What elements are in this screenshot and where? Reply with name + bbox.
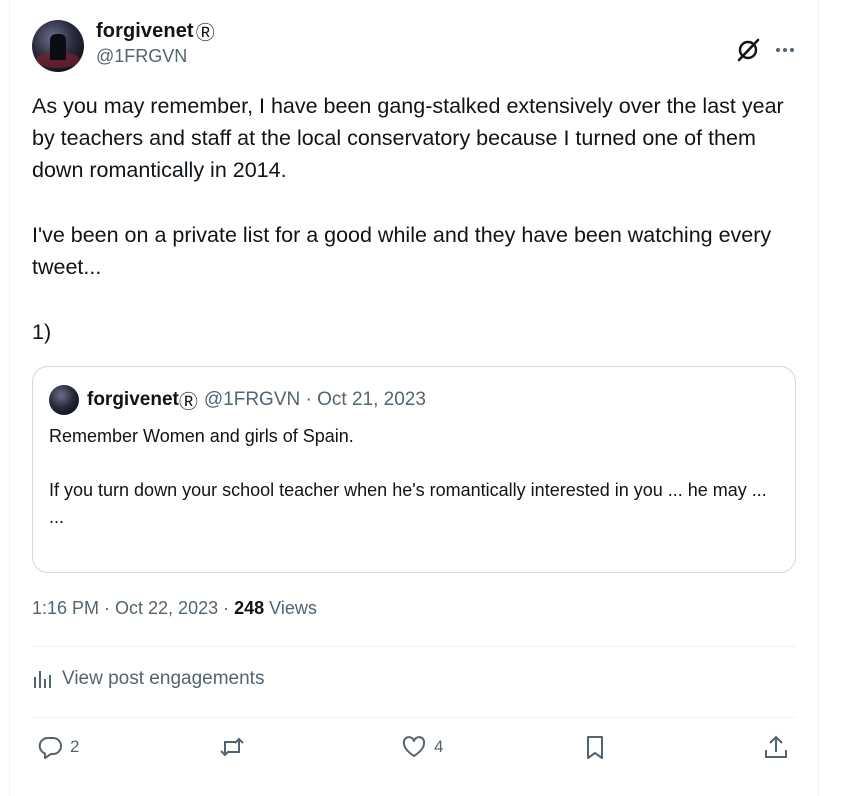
post-meta: 1:16 PM · Oct 22, 2023 · 248 Views (32, 598, 317, 619)
views-count: 248 (234, 598, 265, 618)
quoted-text: Remember Women and girls of Spain. If yo… (49, 423, 779, 531)
reply-count: 2 (70, 737, 80, 756)
bookmark-icon (587, 736, 603, 759)
quoted-avatar (49, 385, 79, 415)
repost-icon (220, 737, 244, 757)
quoted-line: If you turn down your school teacher whe… (49, 480, 767, 500)
reply-icon (38, 737, 62, 759)
like-count: 4 (434, 737, 444, 756)
author-display-name[interactable]: forgivenet (96, 20, 194, 43)
quoted-meta: @1FRGVN · Oct 21, 2023 (203, 389, 426, 410)
repost-button[interactable] (218, 733, 246, 761)
quoted-line: ... (49, 507, 65, 527)
tweet-paragraph: I've been on a private list for a good w… (32, 223, 772, 279)
bookmark-button[interactable] (581, 733, 609, 761)
tweet-paragraph: 1) (32, 320, 52, 344)
tweet-paragraph: As you may remember, I have been gang-st… (32, 94, 784, 182)
action-bar: 2 4 (32, 733, 796, 769)
quoted-line: Remember Women and girls of Spain. (49, 426, 354, 446)
views-label: Views (264, 598, 317, 618)
tweet-text: As you may remember, I have been gang-st… (32, 90, 802, 348)
author-name-row[interactable]: forgivenet Ⓡ (96, 18, 215, 45)
avatar-figure (50, 34, 66, 60)
post-header: forgivenet Ⓡ @1FRGVN (32, 18, 796, 74)
post-timestamp[interactable]: 1:16 PM · Oct 22, 2023 · (32, 598, 234, 618)
quoted-post-header: forgivenet Ⓡ @1FRGVN · Oct 21, 2023 (49, 385, 426, 415)
timeline-border-right (818, 0, 819, 796)
quoted-registered-mark: Ⓡ (178, 391, 198, 413)
timeline-border-left (9, 0, 10, 796)
share-icon (765, 735, 787, 758)
divider (32, 646, 796, 647)
grok-icon[interactable] (734, 36, 762, 64)
divider (32, 717, 796, 718)
view-engagements-label: View post engagements (62, 668, 265, 689)
quoted-display-name: forgivenet (87, 389, 179, 410)
avatar[interactable] (32, 20, 84, 72)
like-button[interactable]: 4 (400, 733, 443, 761)
reply-button[interactable]: 2 (36, 733, 79, 761)
share-button[interactable] (762, 733, 790, 761)
registered-mark: Ⓡ (195, 23, 215, 44)
like-icon (402, 736, 426, 757)
quoted-post[interactable]: forgivenet Ⓡ @1FRGVN · Oct 21, 2023 Reme… (32, 366, 796, 573)
view-engagements-link[interactable]: View post engagements (32, 668, 264, 690)
analytics-icon (34, 671, 51, 688)
author-handle[interactable]: @1FRGVN (96, 46, 187, 67)
more-icon[interactable] (773, 36, 797, 64)
